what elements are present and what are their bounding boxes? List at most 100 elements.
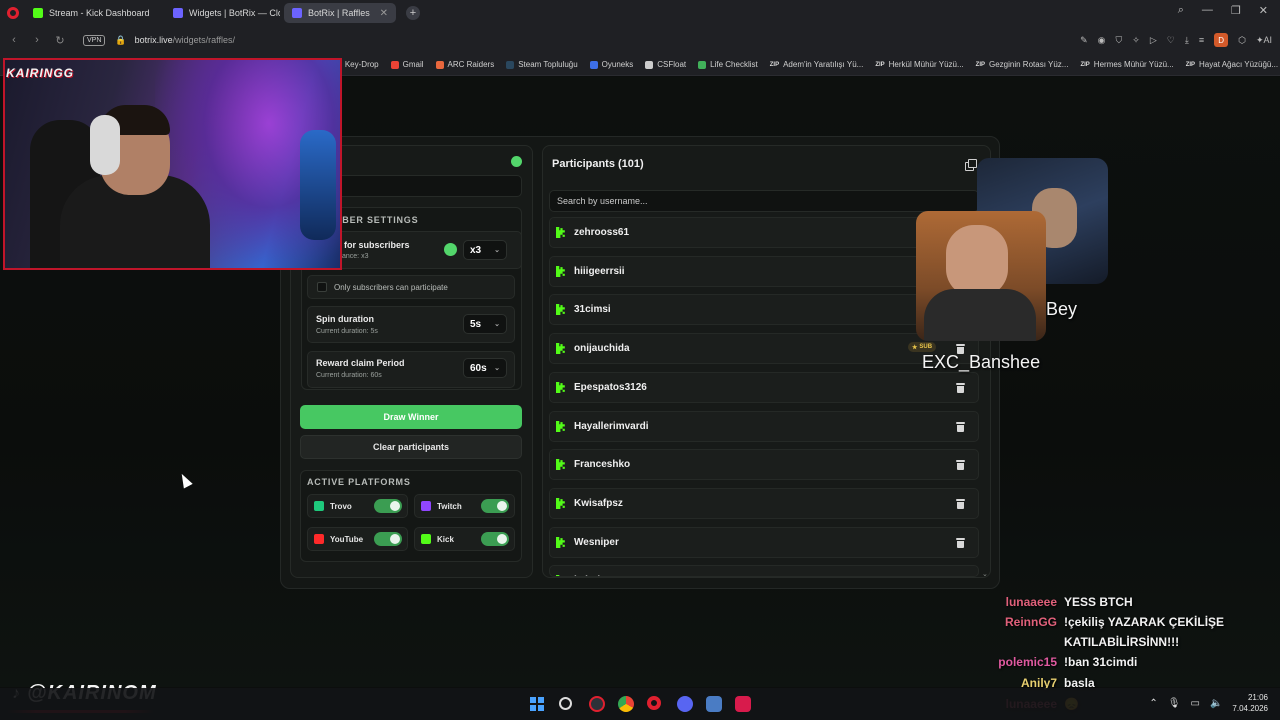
search-icon[interactable] xyxy=(559,697,572,710)
chrome-icon[interactable] xyxy=(618,696,634,712)
bookmark-item[interactable]: ZIP Herkül Mühür Yüzü... xyxy=(875,60,963,69)
forward-icon[interactable]: › xyxy=(28,34,46,46)
webcam-microphone xyxy=(300,130,336,240)
kick-icon xyxy=(556,304,565,316)
bookmark-label: Hayat Ağacı Yüzüğü... xyxy=(1199,60,1279,69)
kick-icon xyxy=(556,459,565,471)
reward-claim-value: 60s xyxy=(470,362,487,374)
platform-twitch: Twitch xyxy=(414,494,515,518)
new-tab-button[interactable]: + xyxy=(406,6,420,20)
taskbar-clock[interactable]: 21:06 7.04.2026 xyxy=(1232,692,1268,714)
trovo-toggle[interactable] xyxy=(374,499,402,513)
webcam-overlay xyxy=(3,58,342,270)
star-icon: ★ xyxy=(912,344,918,351)
trash-icon[interactable] xyxy=(956,421,965,432)
url-field[interactable]: botrix.live/widgets/raffles/ xyxy=(135,35,235,45)
opera-icon[interactable] xyxy=(647,696,661,710)
close-window-icon[interactable]: ✕ xyxy=(1259,4,1268,17)
menu-icon[interactable]: ≡ xyxy=(1199,35,1204,45)
tab-botrix-widgets[interactable]: Widgets | BotRix — Cloud xyxy=(165,3,280,23)
spin-duration-sub: Current duration: 5s xyxy=(316,328,378,335)
tab-kick-dashboard[interactable]: Stream - Kick Dashboard xyxy=(25,3,161,23)
tab-botrix-raffles[interactable]: BotRix | Raffles ✕ xyxy=(284,3,396,23)
reward-claim-select[interactable]: 60s ⌄ xyxy=(463,358,507,378)
botrix-icon xyxy=(292,8,302,18)
participant-search-input[interactable] xyxy=(549,190,979,212)
valorant-icon[interactable] xyxy=(735,696,751,712)
url-host: botrix.live xyxy=(134,35,173,45)
chat-username: ReinnGG xyxy=(1004,615,1057,629)
shield-icon[interactable]: ⛉ xyxy=(1116,35,1123,46)
maximize-icon[interactable]: ❐ xyxy=(1231,4,1241,17)
display-icon[interactable]: ▭ xyxy=(1191,698,1200,709)
bookmark-item[interactable]: ZIP Gezginin Rotası Yüz... xyxy=(976,60,1069,69)
twitch-toggle[interactable] xyxy=(481,499,509,513)
play-icon[interactable]: ▷ xyxy=(1150,35,1157,46)
bookmark-item[interactable]: ZIP Adem'in Yaratılışı Yü... xyxy=(770,60,864,69)
trash-icon[interactable] xyxy=(956,382,965,393)
cube-icon[interactable]: ⬡ xyxy=(1238,35,1246,46)
only-subs-checkbox[interactable] xyxy=(317,282,327,292)
download-icon[interactable]: ⤓ xyxy=(1185,35,1189,46)
bookmark-item[interactable]: CSFloat xyxy=(645,60,686,69)
clear-participants-button[interactable]: Clear participants xyxy=(300,435,522,459)
edit-icon[interactable]: ✎ xyxy=(1080,35,1088,46)
chat-message: KATILABİLİRSİNN!!! xyxy=(1064,635,1180,649)
info-icon[interactable] xyxy=(444,243,457,256)
camera-icon[interactable]: ◉ xyxy=(1098,35,1106,46)
close-tab-icon[interactable]: ✕ xyxy=(380,8,388,19)
participant-name: Kwisafpsz xyxy=(574,497,623,509)
speaker-icon[interactable]: 🔈 xyxy=(1210,698,1222,709)
chevron-up-icon[interactable]: ⌃ xyxy=(1149,698,1157,709)
trovo-icon xyxy=(314,501,324,511)
vpn-badge[interactable]: VPN xyxy=(83,34,106,46)
bookmark-item[interactable]: ZIP Hayat Ağacı Yüzüğü... xyxy=(1186,60,1278,69)
back-icon[interactable]: ‹ xyxy=(5,34,23,46)
twitch-icon xyxy=(421,501,431,511)
scroll-down-icon[interactable]: ⌄ xyxy=(982,570,988,578)
bookmark-label: CSFloat xyxy=(657,60,687,69)
bookmark-label: Adem'in Yaratılışı Yü... xyxy=(783,60,864,69)
subs-multiplier-sub: ance: x3 xyxy=(342,253,369,260)
network-app-icon[interactable] xyxy=(706,696,722,712)
spin-duration-select[interactable]: 5s ⌄ xyxy=(463,314,507,334)
youtube-toggle[interactable] xyxy=(374,532,402,546)
search-icon[interactable]: ⌕ xyxy=(1178,4,1184,17)
chat-message: !çekiliş YAZARAK ÇEKİLİŞE xyxy=(1064,615,1225,629)
opera-gx-icon[interactable] xyxy=(589,696,605,712)
reload-icon[interactable]: ↻ xyxy=(51,34,69,47)
discord-icon[interactable] xyxy=(677,696,693,712)
bookmark-item[interactable]: ARC Raiders xyxy=(435,60,494,69)
minimize-icon[interactable]: — xyxy=(1202,4,1213,17)
heart-icon[interactable]: ♡ xyxy=(1167,35,1175,46)
bookmark-label: Hermes Mühür Yüzü... xyxy=(1093,60,1174,69)
kick-toggle[interactable] xyxy=(481,532,509,546)
windows-start-icon[interactable] xyxy=(530,697,544,711)
bookmark-item[interactable]: Gmail xyxy=(390,60,424,69)
chat-username: lunaaeee xyxy=(1005,595,1057,609)
ai-button[interactable]: ✦AI xyxy=(1256,35,1272,46)
trash-icon[interactable] xyxy=(956,460,965,471)
bookmark-item[interactable]: Oyuneks xyxy=(589,60,633,69)
lock-icon[interactable]: 🔒 xyxy=(115,35,126,46)
trash-icon[interactable] xyxy=(956,537,965,548)
subs-multiplier-select[interactable]: x3 ⌄ xyxy=(463,240,507,260)
ai-label: AI xyxy=(1263,34,1272,45)
chat-username: polemic15 xyxy=(998,655,1057,669)
clip-overlay-banshee xyxy=(916,211,1046,341)
copy-icon[interactable] xyxy=(965,159,977,171)
subscriber-settings-title: IBER SETTINGS xyxy=(339,215,419,225)
profile-avatar[interactable]: D xyxy=(1214,33,1229,47)
extensions-icon[interactable]: ✧ xyxy=(1132,35,1140,46)
bookmark-item[interactable]: Life Checklist xyxy=(698,60,758,69)
participant-name: onijauchida xyxy=(574,343,630,355)
overlay-name-bey: Bey xyxy=(1046,299,1078,319)
bookmark-item[interactable]: ZIP Hermes Mühür Yüzü... xyxy=(1080,60,1173,69)
trash-icon[interactable] xyxy=(956,498,965,509)
sub-badge-label: SUB xyxy=(919,344,933,350)
draw-winner-button[interactable]: Draw Winner xyxy=(300,405,522,429)
microphone-icon[interactable]: 🎙 xyxy=(1168,698,1181,709)
only-subs-row[interactable]: Only subscribers can participate xyxy=(307,275,515,299)
opera-logo-icon[interactable] xyxy=(7,7,19,19)
bookmark-item[interactable]: Steam Topluluğu xyxy=(506,60,578,69)
